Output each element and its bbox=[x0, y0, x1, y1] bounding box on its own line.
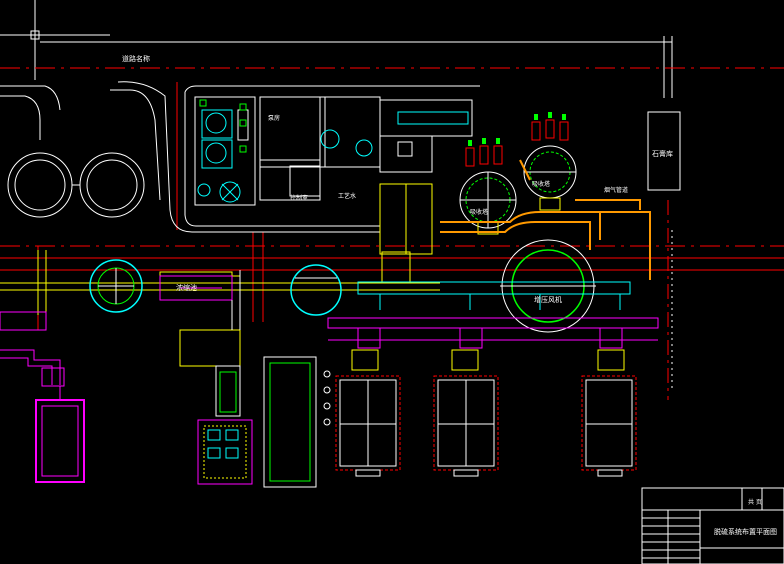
label-gypsum-building: 石膏库 bbox=[652, 149, 673, 158]
title-block-sheet: 共 页 bbox=[748, 498, 762, 506]
label-thickener: 浓缩池 bbox=[176, 283, 197, 292]
label-process-water: 工艺水 bbox=[338, 192, 356, 200]
label-pump-house: 泵房 bbox=[268, 114, 280, 122]
label-absorber-right: 吸收塔 bbox=[532, 180, 550, 188]
cad-drawing: 道路名称 增压风机 石膏库 浓缩池 吸收塔 吸收塔 烟气管道 泵房 控制室 工艺… bbox=[0, 0, 784, 564]
label-absorber-left: 吸收塔 bbox=[470, 208, 488, 216]
label-flue-duct: 烟气管道 bbox=[604, 186, 628, 194]
title-block-drawing-title: 脱硫系统布置平面图 bbox=[714, 527, 777, 536]
label-control-room: 控制室 bbox=[290, 194, 308, 202]
label-top-road: 道路名称 bbox=[122, 54, 150, 63]
label-booster-fan: 增压风机 bbox=[534, 295, 562, 304]
